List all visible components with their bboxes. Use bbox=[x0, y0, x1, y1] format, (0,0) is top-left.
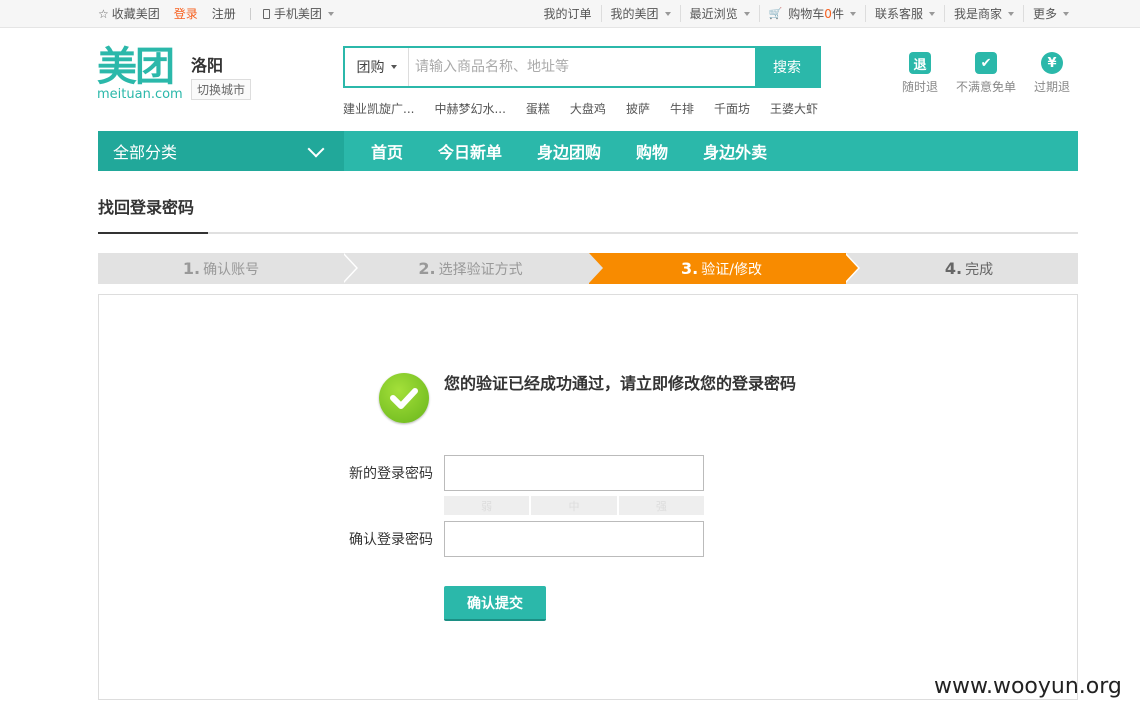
success-check-icon bbox=[379, 373, 429, 423]
logo-text: 美团 bbox=[97, 44, 175, 90]
hot-word-link[interactable]: 王婆大虾 bbox=[770, 100, 818, 117]
top-bar: ☆ 收藏美团 登录 注册 手机美团 我的订单 我的美团 最近浏览 🛒 购物车 0 件 联… bbox=[0, 0, 1140, 28]
step-1: 1. 确认账号 bbox=[182, 259, 260, 278]
submit-button[interactable]: 确认提交 bbox=[444, 586, 546, 621]
guarantee-expired-refund[interactable]: ¥ 过期退 bbox=[1034, 52, 1070, 95]
star-icon: ☆ bbox=[98, 6, 109, 21]
chevron-down-icon bbox=[1063, 11, 1069, 16]
hot-word-link[interactable]: 蛋糕 bbox=[526, 100, 550, 117]
hot-word-link[interactable]: 中赫梦幻水... bbox=[434, 100, 505, 117]
cart-count: 0 bbox=[824, 6, 832, 21]
hot-word-link[interactable]: 千面坊 bbox=[714, 100, 750, 117]
step-progress: 1. 确认账号 2. 选择验证方式 3. 验证/修改 4. 完成 bbox=[98, 253, 1078, 284]
password-strength-meter: 弱 中 强 bbox=[444, 496, 704, 515]
search-type-select[interactable]: 团购 bbox=[345, 48, 409, 86]
recent-views-link[interactable]: 最近浏览 bbox=[679, 5, 759, 22]
hot-word-link[interactable]: 建业凯旋广... bbox=[343, 100, 414, 117]
switch-city-button[interactable]: 切换城市 bbox=[191, 79, 252, 100]
cart-link[interactable]: 🛒 购物车 0 件 bbox=[758, 5, 865, 22]
chevron-down-icon bbox=[327, 11, 334, 16]
customer-service-link[interactable]: 联系客服 bbox=[864, 5, 944, 22]
step-2: 2. 选择验证方式 bbox=[418, 259, 523, 278]
success-message: 您的验证已经成功通过，请立即修改您的登录密码 bbox=[444, 374, 797, 393]
guarantee-free-if-unsatisfied[interactable]: ✔ 不满意免单 bbox=[956, 52, 1016, 95]
step-4: 4. 完成 bbox=[944, 259, 994, 278]
login-link[interactable]: 登录 bbox=[174, 5, 198, 22]
guarantees: 退 随时退 ✔ 不满意免单 ¥ 过期退 bbox=[902, 52, 1070, 95]
current-city: 洛阳 bbox=[191, 56, 224, 75]
step-separator bbox=[844, 253, 858, 283]
my-orders-link[interactable]: 我的订单 bbox=[535, 5, 601, 22]
search-bar: 团购 搜索 bbox=[343, 46, 821, 88]
title-underline bbox=[98, 232, 208, 234]
all-categories-menu[interactable]: 全部分类 bbox=[98, 131, 344, 171]
nav-new-today[interactable]: 今日新单 bbox=[438, 139, 502, 163]
nav-takeout[interactable]: 身边外卖 bbox=[703, 139, 767, 163]
logo[interactable]: 美团 meituan.com bbox=[97, 46, 183, 102]
more-link[interactable]: 更多 bbox=[1022, 5, 1078, 22]
new-password-input[interactable] bbox=[444, 455, 704, 491]
nav-shopping[interactable]: 购物 bbox=[636, 139, 668, 163]
nav-home[interactable]: 首页 bbox=[371, 139, 403, 163]
chevron-down-icon bbox=[849, 11, 856, 16]
step-3-active: 3. 验证/修改 bbox=[681, 259, 762, 278]
strength-weak: 弱 bbox=[444, 496, 530, 515]
divider bbox=[249, 7, 251, 20]
main-nav: 全部分类 首页 今日新单 身边团购 购物 身边外卖 bbox=[98, 131, 1078, 171]
strength-strong: 强 bbox=[618, 496, 704, 515]
logo-domain: meituan.com bbox=[97, 87, 183, 102]
chevron-down-icon bbox=[1007, 11, 1014, 16]
confirm-password-label: 确认登录密码 bbox=[349, 532, 433, 548]
refund-icon: 退 bbox=[909, 52, 931, 74]
hot-word-link[interactable]: 披萨 bbox=[626, 100, 650, 117]
mobile-meituan-link[interactable]: 手机美团 bbox=[262, 5, 334, 22]
reset-password-panel: 您的验证已经成功通过，请立即修改您的登录密码 新的登录密码 弱 中 强 确认登录… bbox=[98, 294, 1078, 700]
merchant-link[interactable]: 我是商家 bbox=[943, 5, 1023, 22]
page-title-area: 找回登录密码 bbox=[98, 190, 1078, 234]
chevron-down-icon bbox=[390, 65, 397, 69]
page-title: 找回登录密码 bbox=[98, 198, 195, 217]
check-icon: ✔ bbox=[975, 52, 998, 74]
chevron-down-icon bbox=[664, 11, 671, 16]
chevron-down-icon bbox=[928, 11, 935, 16]
confirm-password-input[interactable] bbox=[444, 521, 704, 557]
search-input[interactable] bbox=[409, 48, 755, 86]
chevron-down-icon bbox=[743, 11, 750, 16]
search-button[interactable]: 搜索 bbox=[755, 48, 819, 86]
hot-search-words: 建业凯旋广... 中赫梦幻水... 蛋糕 大盘鸡 披萨 牛排 千面坊 王婆大虾 bbox=[343, 100, 818, 117]
nav-nearby-deals[interactable]: 身边团购 bbox=[537, 139, 601, 163]
strength-medium: 中 bbox=[531, 496, 617, 515]
favorite-link[interactable]: ☆ 收藏美团 bbox=[98, 5, 160, 22]
phone-icon bbox=[262, 8, 270, 19]
register-link[interactable]: 注册 bbox=[212, 5, 236, 22]
new-password-label: 新的登录密码 bbox=[349, 466, 433, 482]
cart-icon: 🛒 bbox=[768, 7, 783, 20]
hot-word-link[interactable]: 大盘鸡 bbox=[570, 100, 606, 117]
chevron-down-icon bbox=[307, 140, 325, 158]
my-meituan-link[interactable]: 我的美团 bbox=[600, 5, 680, 22]
header: 美团 meituan.com 洛阳 切换城市 团购 搜索 建业凯旋广... 中赫… bbox=[0, 28, 1140, 130]
yen-icon: ¥ bbox=[1041, 52, 1064, 74]
hot-word-link[interactable]: 牛排 bbox=[670, 100, 694, 117]
guarantee-refund-anytime[interactable]: 退 随时退 bbox=[902, 52, 938, 95]
watermark: www.wooyun.org bbox=[934, 674, 1122, 699]
